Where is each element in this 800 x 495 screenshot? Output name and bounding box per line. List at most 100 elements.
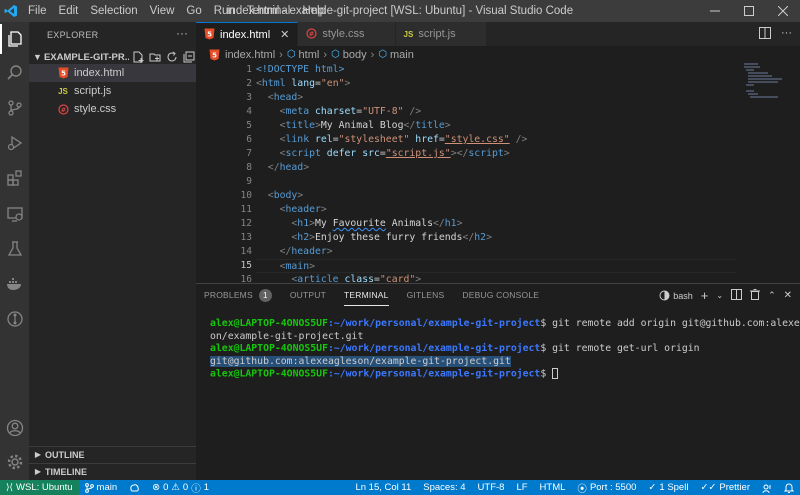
status-bar: ⟩⟨ WSL: Ubuntu main ⊗ 0 ⚠ 0 ⓘ 1 Ln 15, Col …	[0, 480, 800, 495]
manage-gear-icon[interactable]	[0, 447, 29, 477]
tab-style-css[interactable]: # style.css	[298, 22, 396, 46]
maximize-icon[interactable]	[732, 0, 766, 22]
close-tab-icon[interactable]: ✕	[280, 28, 289, 41]
branch-indicator[interactable]: main	[79, 482, 124, 493]
code-line: <h1>My Favourite Animals</h1>	[291, 218, 463, 229]
line-number: 6	[246, 134, 252, 145]
split-terminal-icon[interactable]	[731, 289, 743, 302]
code-line: <title>My Animal Blog</title>	[279, 120, 451, 131]
js-file-icon: JS	[403, 29, 414, 39]
docker-icon[interactable]	[0, 269, 29, 299]
problems-indicator[interactable]: ⊗ 0 ⚠ 0 ⓘ 1	[146, 481, 215, 495]
collapse-all-icon[interactable]	[182, 50, 196, 64]
menu-run[interactable]: Run	[208, 0, 241, 22]
terminal-output[interactable]: alex@LAPTOP-4ONOS5UF:~/work/personal/exa…	[210, 318, 800, 381]
line-number: 7	[246, 148, 252, 159]
file-label: index.html	[74, 67, 125, 79]
tab-script-js[interactable]: JS script.js	[395, 22, 487, 46]
code-editor[interactable]: 1 2 3 4 5 6 7 8 9 10 11 12 13 14 15 16 <…	[196, 63, 800, 283]
new-folder-icon[interactable]	[148, 50, 162, 64]
line-numbers: 1 2 3 4 5 6 7 8 9 10 11 12 13 14 15 16	[196, 63, 256, 283]
more-actions-icon[interactable]: ···	[781, 27, 792, 42]
menu-help[interactable]: Help	[296, 0, 332, 22]
window-controls	[698, 0, 800, 22]
breadcrumb-body[interactable]: body	[343, 49, 367, 61]
minimize-icon[interactable]	[698, 0, 732, 22]
folder-name: EXAMPLE-GIT-PR...	[43, 51, 129, 63]
timeline-section[interactable]: ▶ TIMELINE	[29, 463, 196, 479]
extensions-icon[interactable]	[0, 163, 29, 193]
minimap[interactable]	[744, 63, 786, 283]
prettier-status[interactable]: ✓✓ Prettier	[694, 482, 756, 493]
account-icon[interactable]	[0, 413, 29, 443]
language-mode[interactable]: HTML	[534, 482, 572, 493]
selected-text[interactable]: git@github.com:alexeagleson/example-git-…	[210, 355, 511, 367]
breadcrumb-file[interactable]: index.html	[225, 49, 275, 61]
source-control-icon[interactable]	[0, 93, 29, 123]
tab-debug-console[interactable]: DEBUG CONSOLE	[462, 284, 539, 306]
new-file-icon[interactable]	[131, 50, 145, 64]
trash-icon[interactable]	[750, 289, 761, 302]
menu-go[interactable]: Go	[180, 0, 207, 22]
tab-output[interactable]: OUTPUT	[290, 284, 326, 306]
remote-explorer-icon[interactable]	[0, 199, 29, 229]
remote-indicator[interactable]: ⟩⟨ WSL: Ubuntu	[0, 480, 79, 495]
tab-terminal[interactable]: TERMINAL	[344, 284, 389, 306]
close-window-icon[interactable]	[766, 0, 800, 22]
css-file-icon: #	[306, 27, 317, 41]
file-index-html[interactable]: 5 index.html	[29, 64, 196, 82]
svg-text:5: 5	[212, 51, 217, 59]
breadcrumb-html[interactable]: html	[299, 49, 320, 61]
spell-checker[interactable]: ✓ 1 Spell	[642, 482, 694, 493]
chevron-down-icon[interactable]: ⌄	[716, 291, 723, 300]
git-branch-icon	[84, 482, 94, 493]
line-number: 14	[240, 246, 252, 257]
js-file-icon: JS	[58, 86, 68, 96]
notifications-bell-icon[interactable]	[778, 483, 800, 493]
tab-gitlens[interactable]: GITLENS	[407, 284, 445, 306]
feedback-icon[interactable]	[756, 483, 778, 493]
menu-file[interactable]: File	[22, 0, 53, 22]
line-number: 16	[240, 274, 252, 283]
outline-section[interactable]: ▶ OUTLINE	[29, 446, 196, 462]
encoding[interactable]: UTF-8	[472, 482, 511, 493]
file-style-css[interactable]: # style.css	[29, 100, 196, 118]
close-panel-icon[interactable]: ✕	[784, 290, 792, 301]
cursor-position[interactable]: Ln 15, Col 11	[349, 482, 417, 493]
vscode-logo-icon	[0, 0, 22, 22]
more-actions-icon[interactable]: ···	[176, 26, 188, 40]
maximize-panel-icon[interactable]: ⌃	[768, 290, 776, 301]
breadcrumb-main[interactable]: main	[390, 49, 414, 61]
terminal-cursor	[552, 368, 559, 379]
refresh-icon[interactable]	[165, 50, 179, 64]
chevron-down-icon: ▼	[33, 52, 42, 62]
menu-selection[interactable]: Selection	[84, 0, 143, 22]
tab-index-html[interactable]: 5 index.html ✕	[196, 22, 299, 46]
sidebar-title: EXPLORER	[47, 30, 99, 40]
outline-label: OUTLINE	[45, 449, 85, 460]
line-number: 9	[246, 176, 252, 187]
split-editor-icon[interactable]	[759, 27, 771, 42]
info-icon: ⓘ	[191, 483, 201, 495]
tab-problems[interactable]: PROBLEMS 1	[204, 284, 272, 306]
run-debug-icon[interactable]	[0, 128, 29, 158]
menu-view[interactable]: View	[144, 0, 181, 22]
explorer-icon[interactable]	[0, 24, 29, 54]
live-server-port[interactable]: ⦿ Port : 5500	[571, 481, 642, 495]
code-line: <header>	[279, 204, 327, 215]
indentation[interactable]: Spaces: 4	[417, 482, 471, 493]
terminal-shell[interactable]: bash	[659, 290, 693, 301]
menu-terminal[interactable]: Terminal	[241, 0, 296, 22]
search-icon[interactable]	[0, 58, 29, 88]
spelling-warning[interactable]: Favourite	[333, 218, 386, 229]
new-terminal-icon[interactable]: +	[701, 288, 709, 303]
sync-icon[interactable]	[123, 483, 146, 492]
testing-icon[interactable]	[0, 234, 29, 264]
menu-edit[interactable]: Edit	[53, 0, 85, 22]
line-ending[interactable]: LF	[510, 482, 533, 493]
element-icon: ⬡	[331, 49, 340, 60]
editor-scrollbar[interactable]	[788, 63, 800, 283]
gitlens-icon[interactable]	[0, 304, 29, 334]
tab-label: index.html	[220, 28, 271, 41]
file-script-js[interactable]: JS script.js	[29, 82, 196, 100]
